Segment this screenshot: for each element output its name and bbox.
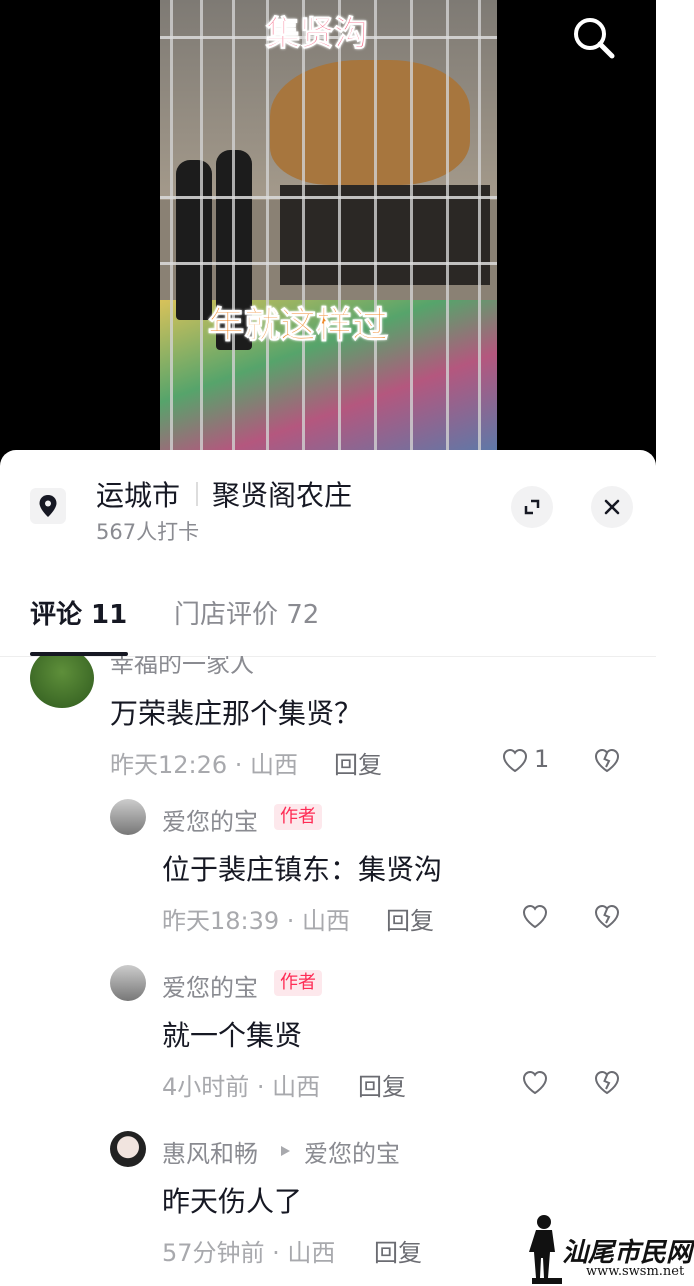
comment-username[interactable]: 幸福的一家人 — [110, 656, 254, 679]
like-icon[interactable] — [520, 1067, 550, 1097]
comment-meta: 昨天18:39 · 山西 — [162, 907, 351, 935]
avatar[interactable] — [30, 656, 94, 708]
avatar[interactable] — [110, 799, 146, 835]
video-frame — [160, 0, 497, 470]
video-person — [176, 160, 212, 320]
reply-button[interactable]: 回复 — [386, 901, 434, 936]
avatar[interactable] — [110, 965, 146, 1001]
comment-text: 位于裴庄镇东：集贤沟 — [162, 853, 443, 886]
reply-button[interactable]: 回复 — [334, 745, 382, 780]
tab-comments[interactable]: 评论 11 — [30, 594, 127, 631]
comment-list[interactable]: 幸福的一家人 万荣裴庄那个集贤？ 昨天12:26 · 山西 回复 1 爱您的宝 … — [0, 656, 656, 1286]
comment-meta: 4小时前 · 山西 — [162, 1073, 321, 1101]
comment-username[interactable]: 惠风和畅 — [162, 1134, 258, 1169]
dislike-icon[interactable] — [592, 1067, 622, 1097]
reply-button[interactable]: 回复 — [358, 1067, 406, 1102]
location-checkin-count: 567人打卡 — [96, 520, 200, 544]
comment-meta: 57分钟前 · 山西 — [162, 1239, 336, 1267]
dislike-icon[interactable] — [592, 745, 622, 775]
watermark-url: www.swsm.net — [586, 1264, 685, 1279]
video-lion — [270, 60, 470, 185]
author-badge: 作者 — [274, 804, 322, 830]
close-icon — [604, 499, 620, 515]
search-button[interactable] — [568, 12, 620, 64]
location-pin-icon — [30, 488, 66, 524]
reply-to-username[interactable]: 爱您的宝 — [304, 1134, 400, 1169]
comment-text: 就一个集贤 — [162, 1019, 303, 1052]
location-name[interactable]: 聚贤阁农庄 — [212, 474, 352, 514]
video-caption-subtitle: 年就这样过 — [207, 305, 389, 347]
location-separator — [196, 482, 198, 506]
comment-username[interactable]: 爱您的宝 — [162, 968, 258, 1003]
comment-meta: 昨天12:26 · 山西 — [110, 751, 299, 779]
video-player[interactable]: 集贤沟 年就这样过 — [0, 0, 656, 470]
like-icon[interactable] — [520, 901, 550, 931]
comment-username[interactable]: 爱您的宝 — [162, 802, 258, 837]
expand-button[interactable] — [511, 486, 553, 528]
location-city[interactable]: 运城市 — [96, 474, 180, 514]
author-badge: 作者 — [274, 970, 322, 996]
comment-text: 万荣裴庄那个集贤？ — [110, 697, 363, 730]
comment-text: 昨天伤人了 — [162, 1185, 303, 1218]
like-count: 1 — [534, 745, 550, 773]
tab-store-reviews[interactable]: 门店评价 72 — [174, 594, 319, 631]
video-platform — [280, 185, 490, 285]
dislike-icon[interactable] — [592, 901, 622, 931]
search-icon — [574, 18, 615, 59]
reply-arrow-icon — [281, 1146, 290, 1156]
avatar[interactable] — [110, 1131, 146, 1167]
expand-icon — [524, 499, 540, 515]
close-button[interactable] — [591, 486, 633, 528]
like-icon[interactable] — [500, 745, 530, 775]
reply-button[interactable]: 回复 — [374, 1233, 422, 1268]
video-caption-top: 集贤沟 — [266, 14, 369, 55]
